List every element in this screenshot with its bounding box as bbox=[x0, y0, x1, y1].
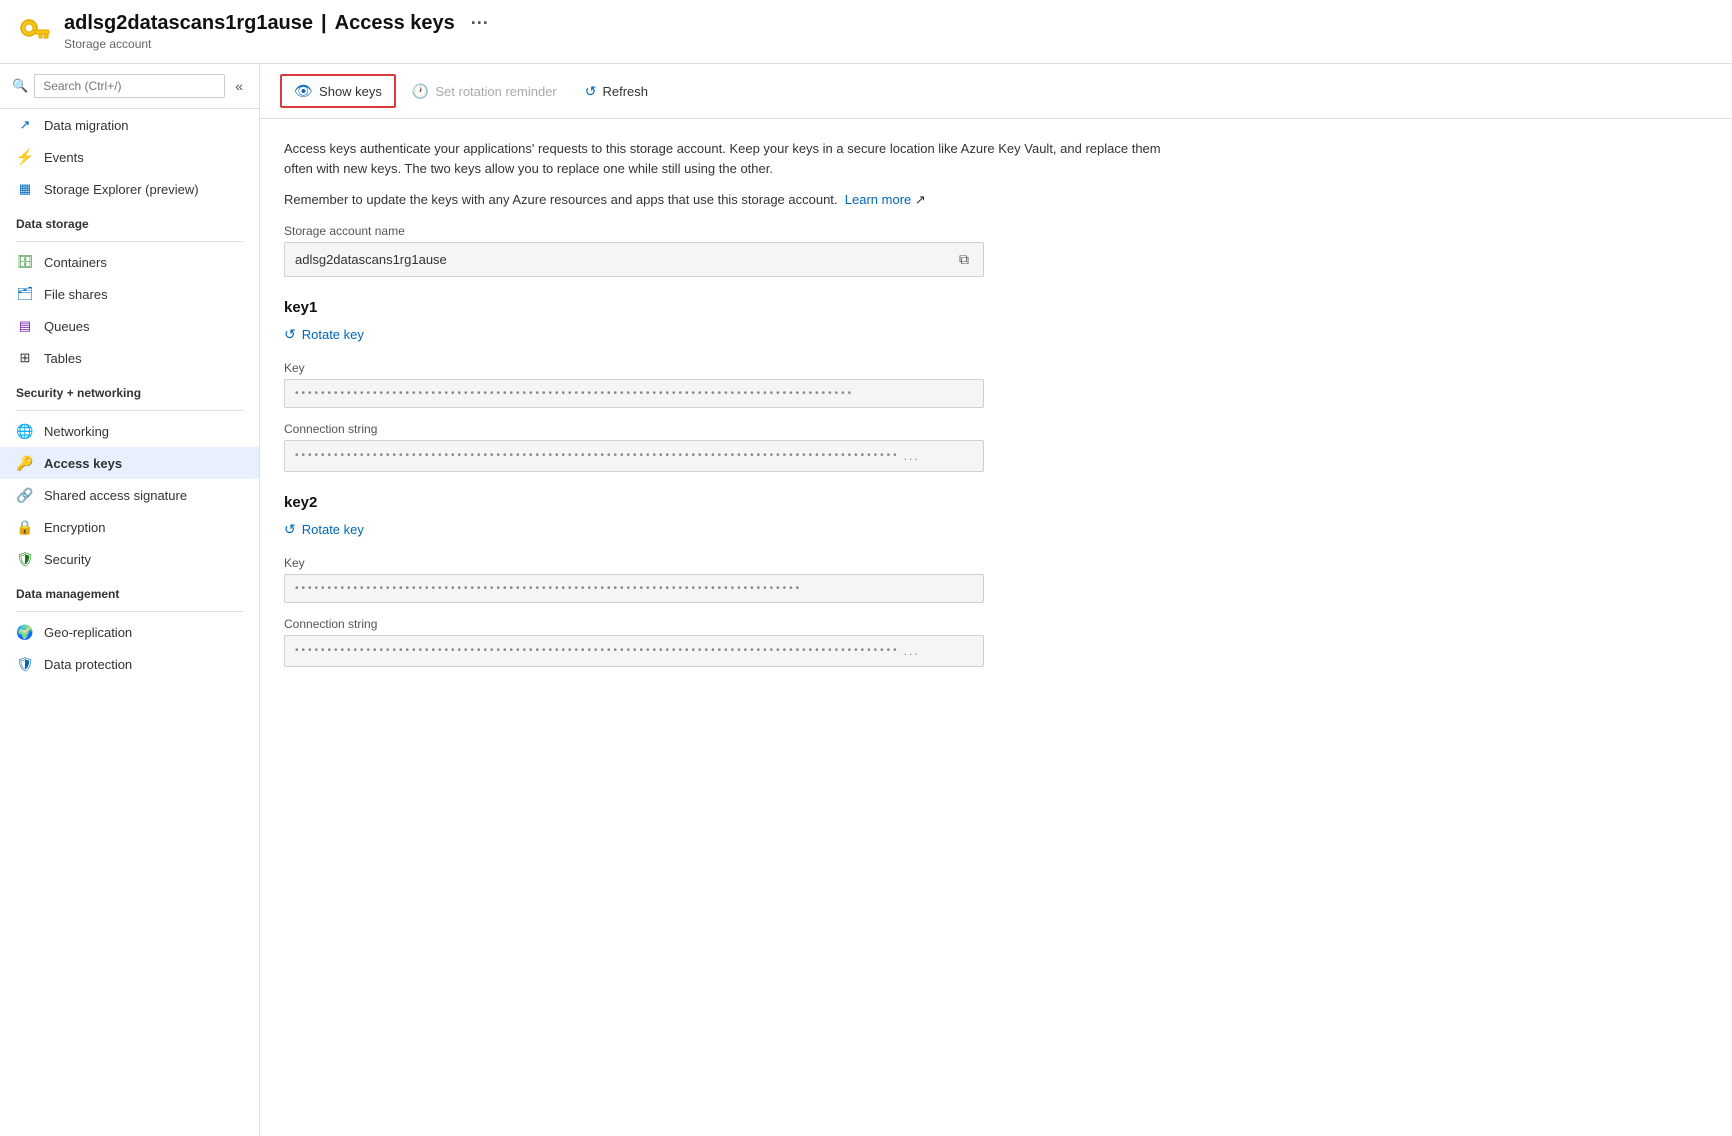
key2-rotate-button[interactable]: ↺ Rotate key bbox=[284, 517, 364, 542]
sidebar-label-containers: Containers bbox=[44, 255, 107, 270]
sidebar: 🔍 « ↗ Data migration ⚡ Events ▦ Storage … bbox=[0, 64, 260, 1136]
eye-icon: 👁 bbox=[294, 82, 313, 100]
main-layout: 🔍 « ↗ Data migration ⚡ Events ▦ Storage … bbox=[0, 64, 1732, 1136]
key1-rotate-label: Rotate key bbox=[302, 327, 364, 342]
set-rotation-label: Set rotation reminder bbox=[435, 84, 556, 99]
sidebar-item-tables[interactable]: ⊞ Tables bbox=[0, 342, 259, 374]
key2-rotate-label: Rotate key bbox=[302, 522, 364, 537]
security-networking-section-label: Security + networking bbox=[0, 374, 259, 406]
key2-title: key2 bbox=[284, 494, 1708, 511]
more-options-button[interactable]: ··· bbox=[471, 13, 489, 34]
key2-key-field: ••••••••••••••••••••••••••••••••••••••••… bbox=[284, 574, 984, 603]
main-title: adlsg2datascans1rg1ause | Access keys ··… bbox=[64, 12, 489, 35]
arrow-icon: ↗ bbox=[16, 116, 34, 134]
geo-icon: 🌍 bbox=[16, 623, 34, 641]
key1-title: key1 bbox=[284, 299, 1708, 316]
sidebar-item-data-migration[interactable]: ↗ Data migration bbox=[0, 109, 259, 141]
protection-icon: 🛡 bbox=[16, 655, 34, 673]
toolbar: 👁 Show keys 🕐 Set rotation reminder ↺ Re… bbox=[260, 64, 1732, 119]
key1-connection-masked: ••••••••••••••••••••••••••••••••••••••••… bbox=[295, 450, 900, 461]
queues-icon: ▤ bbox=[16, 317, 34, 335]
sidebar-item-access-keys[interactable]: 🔑 Access keys bbox=[0, 447, 259, 479]
sidebar-label-shared-access-signature: Shared access signature bbox=[44, 488, 187, 503]
encryption-icon: 🔒 bbox=[16, 518, 34, 536]
key2-connection-masked: ••••••••••••••••••••••••••••••••••••••••… bbox=[295, 645, 900, 656]
file-shares-icon: 🗂 bbox=[16, 285, 34, 303]
data-management-section-label: Data management bbox=[0, 575, 259, 607]
main-content: 👁 Show keys 🕐 Set rotation reminder ↺ Re… bbox=[260, 64, 1732, 1136]
sidebar-label-tables: Tables bbox=[44, 351, 82, 366]
sidebar-label-events: Events bbox=[44, 150, 84, 165]
key1-connection-string-field: ••••••••••••••••••••••••••••••••••••••••… bbox=[284, 440, 984, 472]
sidebar-label-file-shares: File shares bbox=[44, 287, 108, 302]
sidebar-item-data-protection[interactable]: 🛡 Data protection bbox=[0, 648, 259, 680]
networking-icon: 🌐 bbox=[16, 422, 34, 440]
rotate-key2-icon: ↺ bbox=[284, 521, 296, 538]
key2-key-masked: ••••••••••••••••••••••••••••••••••••••••… bbox=[295, 583, 802, 594]
sidebar-item-shared-access-signature[interactable]: 🔗 Shared access signature bbox=[0, 479, 259, 511]
refresh-button[interactable]: ↺ Refresh bbox=[573, 77, 660, 106]
data-storage-divider bbox=[16, 241, 243, 242]
sidebar-label-queues: Queues bbox=[44, 319, 90, 334]
sidebar-item-encryption[interactable]: 🔒 Encryption bbox=[0, 511, 259, 543]
sidebar-item-containers[interactable]: 🗄 Containers bbox=[0, 246, 259, 278]
shared-icon: 🔗 bbox=[16, 486, 34, 504]
data-storage-section-label: Data storage bbox=[0, 205, 259, 237]
sidebar-item-networking[interactable]: 🌐 Networking bbox=[0, 415, 259, 447]
storage-account-name-field: adlsg2datascans1rg1ause ⧉ bbox=[284, 242, 984, 277]
storage-account-name-value: adlsg2datascans1rg1ause bbox=[295, 252, 955, 267]
tables-icon: ⊞ bbox=[16, 349, 34, 367]
key2-connection-string-field: ••••••••••••••••••••••••••••••••••••••••… bbox=[284, 635, 984, 667]
sidebar-label-data-protection: Data protection bbox=[44, 657, 132, 672]
description-reminder: Remember to update the keys with any Azu… bbox=[284, 190, 1184, 210]
sidebar-label-data-migration: Data migration bbox=[44, 118, 129, 133]
set-rotation-button[interactable]: 🕐 Set rotation reminder bbox=[400, 77, 569, 106]
resource-icon bbox=[16, 14, 52, 50]
key2-key-label: Key bbox=[284, 556, 1708, 570]
description-text: Access keys authenticate your applicatio… bbox=[284, 139, 1184, 178]
show-keys-button[interactable]: 👁 Show keys bbox=[280, 74, 396, 108]
key1-connection-string-label: Connection string bbox=[284, 422, 1708, 436]
page-header: adlsg2datascans1rg1ause | Access keys ··… bbox=[0, 0, 1732, 64]
clock-icon: 🕐 bbox=[412, 83, 429, 100]
sidebar-item-file-shares[interactable]: 🗂 File shares bbox=[0, 278, 259, 310]
sidebar-item-storage-explorer[interactable]: ▦ Storage Explorer (preview) bbox=[0, 173, 259, 205]
sidebar-label-geo-replication: Geo-replication bbox=[44, 625, 132, 640]
key2-connection-string-label: Connection string bbox=[284, 617, 1708, 631]
header-title-group: adlsg2datascans1rg1ause | Access keys ··… bbox=[64, 12, 489, 51]
key1-key-masked: ••••••••••••••••••••••••••••••••••••••••… bbox=[295, 388, 854, 399]
search-input[interactable] bbox=[34, 74, 225, 98]
sidebar-item-geo-replication[interactable]: 🌍 Geo-replication bbox=[0, 616, 259, 648]
access-keys-content: Access keys authenticate your applicatio… bbox=[260, 119, 1732, 687]
data-management-divider bbox=[16, 611, 243, 612]
search-icon: 🔍 bbox=[12, 78, 28, 94]
key-icon: 🔑 bbox=[16, 454, 34, 472]
explorer-icon: ▦ bbox=[16, 180, 34, 198]
sidebar-label-networking: Networking bbox=[44, 424, 109, 439]
refresh-icon: ↺ bbox=[585, 83, 597, 100]
sidebar-item-queues[interactable]: ▤ Queues bbox=[0, 310, 259, 342]
sidebar-label-access-keys: Access keys bbox=[44, 456, 122, 471]
sidebar-label-encryption: Encryption bbox=[44, 520, 105, 535]
key1-key-field: ••••••••••••••••••••••••••••••••••••••••… bbox=[284, 379, 984, 408]
sidebar-label-security: Security bbox=[44, 552, 91, 567]
storage-account-name-label: Storage account name bbox=[284, 224, 1708, 238]
key1-key-label: Key bbox=[284, 361, 1708, 375]
sidebar-search-area: 🔍 « bbox=[0, 64, 259, 109]
lightning-icon: ⚡ bbox=[16, 148, 34, 166]
security-icon: 🛡 bbox=[16, 550, 34, 568]
refresh-label: Refresh bbox=[603, 84, 649, 99]
learn-more-link[interactable]: Learn more bbox=[845, 192, 911, 207]
sidebar-label-storage-explorer: Storage Explorer (preview) bbox=[44, 182, 199, 197]
security-networking-divider bbox=[16, 410, 243, 411]
copy-storage-account-name-button[interactable]: ⧉ bbox=[955, 249, 973, 270]
resource-type-label: Storage account bbox=[64, 37, 489, 51]
containers-icon: 🗄 bbox=[16, 253, 34, 271]
sidebar-item-security[interactable]: 🛡 Security bbox=[0, 543, 259, 575]
show-keys-label: Show keys bbox=[319, 84, 382, 99]
rotate-key1-icon: ↺ bbox=[284, 326, 296, 343]
key1-rotate-button[interactable]: ↺ Rotate key bbox=[284, 322, 364, 347]
sidebar-collapse-button[interactable]: « bbox=[231, 74, 247, 98]
sidebar-item-events[interactable]: ⚡ Events bbox=[0, 141, 259, 173]
